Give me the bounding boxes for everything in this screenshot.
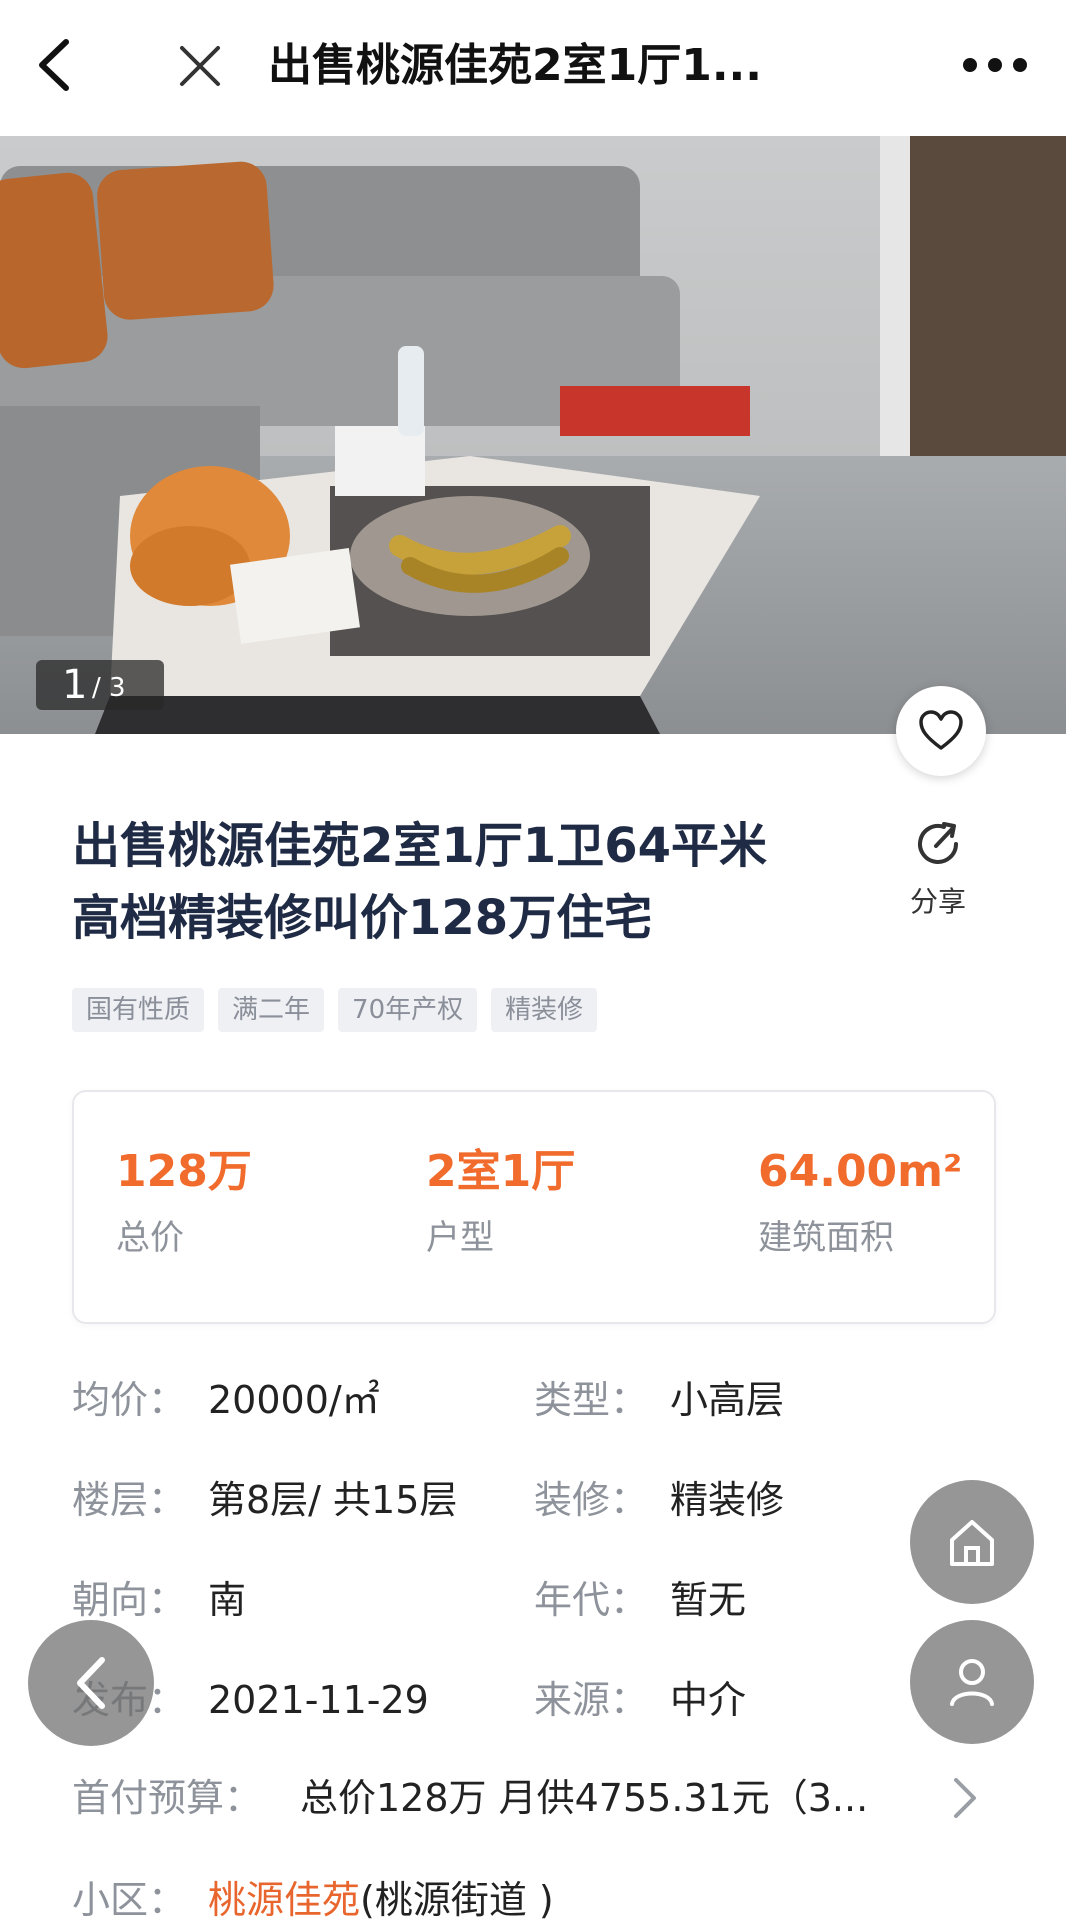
info-label: 均价： xyxy=(72,1378,187,1422)
community-value: 桃源佳苑(桃源街道 ) xyxy=(208,1870,554,1920)
info-value: 暂无 xyxy=(670,1578,747,1622)
property-photo[interactable] xyxy=(0,136,1066,734)
info-row: 楼层： 第8层/ 共15层 装修： 精装修 xyxy=(72,1470,992,1530)
listing-headline: 出售桃源佳苑2室1厅1卫64平米 高档精装修叫价128万住宅 xyxy=(72,810,882,954)
community-row: 小区： 桃源佳苑(桃源街道 ) xyxy=(72,1870,992,1920)
stat-area: 64.00m² 建筑面积 xyxy=(758,1142,962,1266)
home-icon xyxy=(950,1520,994,1566)
chevron-left-icon xyxy=(39,39,69,91)
tag-list: 国有性质 满二年 70年产权 精装修 xyxy=(72,988,598,1032)
profile-button[interactable] xyxy=(910,1620,1034,1744)
app-root: 出售桃源佳苑2室1厅1... 1 / 3 出售桃源佳苑2室1厅1卫64平米 高档… xyxy=(0,0,1066,1920)
chevron-right-icon xyxy=(954,1778,976,1818)
tag-property-right: 70年产权 xyxy=(338,988,478,1032)
down-payment-value: 总价128万 月供4755.31元（3... xyxy=(300,1776,869,1820)
info-value: 20000/㎡ xyxy=(208,1378,380,1422)
community-label: 小区： xyxy=(72,1878,187,1920)
price-label: 总价 xyxy=(116,1218,184,1258)
favorite-button[interactable] xyxy=(896,686,986,776)
stat-price: 128万 总价 xyxy=(116,1142,252,1266)
share-icon xyxy=(918,822,958,864)
info-label: 装修： xyxy=(534,1478,649,1522)
more-horizontal-icon xyxy=(963,58,1027,72)
info-row: 发布： 2021-11-29 来源： 中介 xyxy=(72,1670,992,1730)
gallery-counter: 1 / 3 xyxy=(36,660,164,710)
top-bar: 出售桃源佳苑2室1厅1... xyxy=(0,0,1066,136)
price-value: 128万 xyxy=(116,1146,252,1197)
share-button[interactable]: 分享 xyxy=(896,820,980,920)
floating-back-button[interactable] xyxy=(28,1620,154,1746)
community-district: (桃源街道 ) xyxy=(360,1878,554,1920)
headline-line-1: 出售桃源佳苑2室1厅1卫64平米 xyxy=(72,818,767,874)
info-label: 楼层： xyxy=(72,1478,187,1522)
chevron-left-icon xyxy=(77,1657,105,1709)
tag-ownership: 国有性质 xyxy=(72,988,205,1032)
info-label: 来源： xyxy=(534,1678,649,1722)
close-button[interactable] xyxy=(170,36,230,96)
gallery-current: 1 xyxy=(62,662,88,708)
living-room-photo xyxy=(0,136,1066,734)
page-title: 出售桃源佳苑2室1厅1... xyxy=(268,40,762,91)
info-value: 中介 xyxy=(670,1678,747,1722)
headline-line-2: 高档精装修叫价128万住宅 xyxy=(72,890,653,946)
info-value: 精装修 xyxy=(670,1478,785,1522)
info-label: 类型： xyxy=(534,1378,649,1422)
area-label: 建筑面积 xyxy=(758,1218,894,1258)
share-label: 分享 xyxy=(909,885,966,918)
layout-label: 户型 xyxy=(426,1218,494,1258)
key-stats-card: 128万 总价 2室1厅 户型 64.00m² 建筑面积 xyxy=(72,1090,996,1324)
home-button[interactable] xyxy=(910,1480,1034,1604)
community-link[interactable]: 桃源佳苑 xyxy=(208,1878,360,1920)
layout-value: 2室1厅 xyxy=(426,1146,576,1197)
more-button[interactable] xyxy=(958,40,1032,90)
gallery-total: / 3 xyxy=(92,673,126,703)
info-row: 朝向： 南 年代： 暂无 xyxy=(72,1570,992,1630)
info-value: 2021-11-29 xyxy=(208,1678,429,1722)
info-value: 第8层/ 共15层 xyxy=(208,1478,458,1522)
back-button[interactable] xyxy=(26,30,86,100)
tag-two-years: 满二年 xyxy=(218,988,325,1032)
area-value: 64.00m² xyxy=(758,1146,963,1197)
heart-icon xyxy=(919,710,963,750)
user-icon xyxy=(950,1659,994,1706)
down-payment-row[interactable]: 首付预算： 总价128万 月供4755.31元（3... xyxy=(72,1768,992,1828)
info-label: 年代： xyxy=(534,1578,649,1622)
close-icon xyxy=(180,46,220,86)
info-row: 均价： 20000/㎡ 类型： 小高层 xyxy=(72,1370,992,1430)
stat-layout: 2室1厅 户型 xyxy=(426,1142,575,1266)
down-payment-label: 首付预算： xyxy=(72,1776,263,1820)
info-value: 南 xyxy=(208,1578,247,1622)
tag-decoration: 精装修 xyxy=(491,988,598,1032)
info-value: 小高层 xyxy=(670,1378,785,1422)
